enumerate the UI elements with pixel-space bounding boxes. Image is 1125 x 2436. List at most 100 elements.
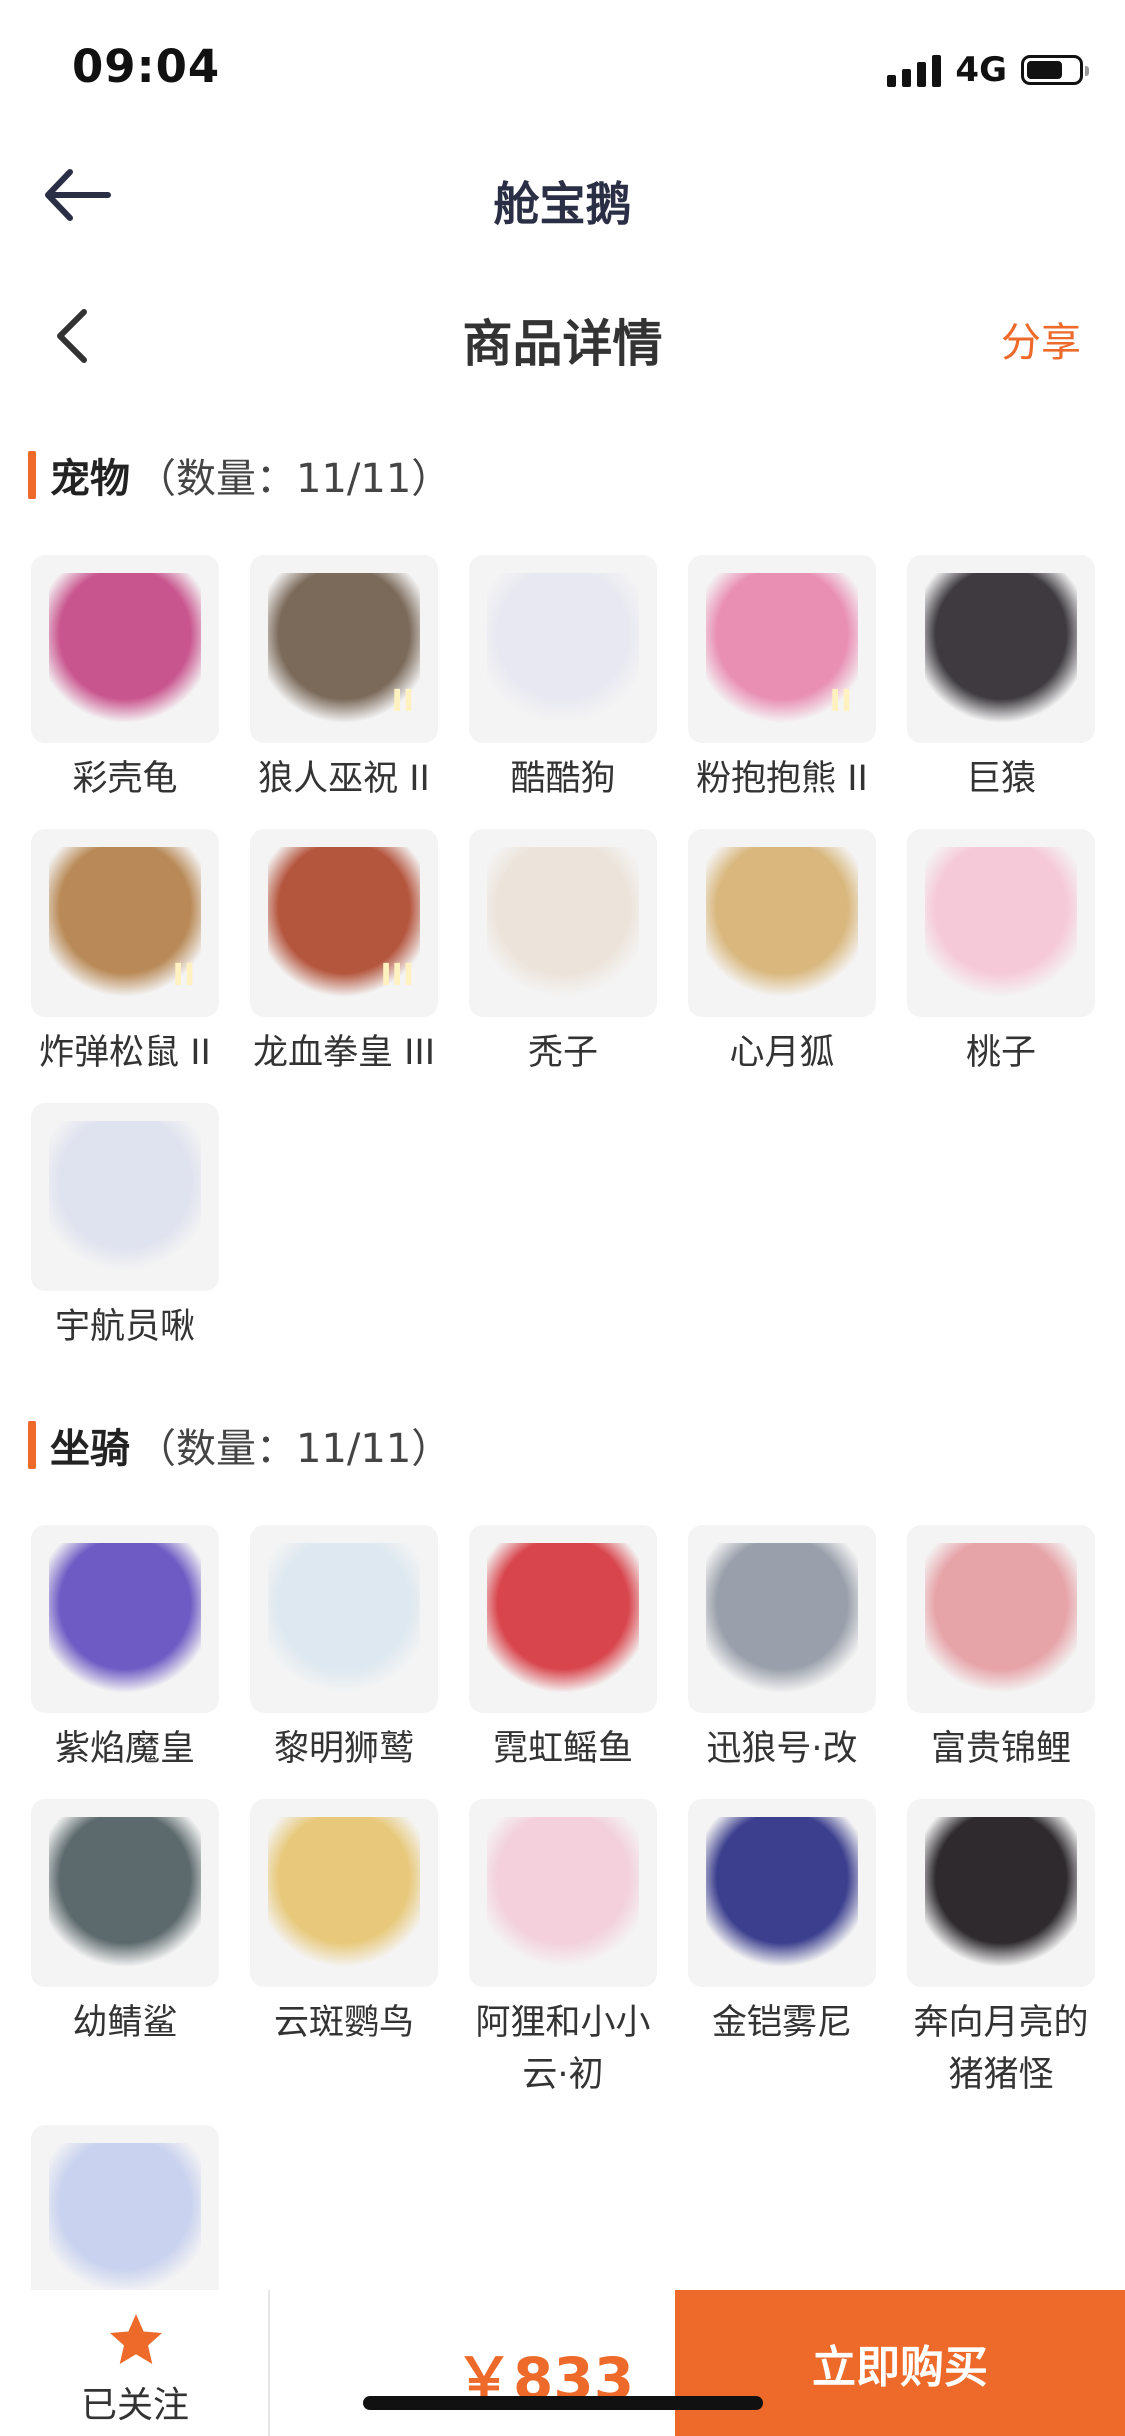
item-label: 巨猿 — [965, 759, 1036, 799]
status-bar: 09:04 4G — [0, 0, 1125, 130]
section-accent-bar — [28, 1421, 36, 1469]
grid-item[interactable]: 阿狸和小小云·初 — [468, 1799, 658, 2101]
section-count: （数量：11/11） — [136, 1426, 452, 1472]
section-title: 坐骑 — [50, 1426, 130, 1472]
item-thumbnail — [907, 829, 1095, 1017]
item-thumbnail — [31, 1103, 219, 1291]
item-image — [487, 573, 639, 725]
section-accent-bar — [28, 451, 36, 499]
tier-badge: III — [380, 958, 415, 993]
grid-item[interactable]: 彩壳龟 — [30, 555, 220, 805]
section-count: （数量：11/11） — [136, 456, 452, 502]
item-label: 金铠雾尼 — [711, 2003, 852, 2043]
app-bar: 舱宝鹅 — [0, 130, 1125, 260]
item-thumbnail — [907, 555, 1095, 743]
item-image — [49, 1543, 201, 1695]
network-type: 4G — [955, 50, 1007, 90]
tier-badge: II — [829, 684, 852, 719]
item-thumbnail — [469, 829, 657, 1017]
buy-now-button[interactable]: 立即购买 — [675, 2290, 1125, 2436]
item-image — [49, 1817, 201, 1969]
item-label: 龙血拳皇 III — [252, 1033, 436, 1073]
page-header: 商品详情 分享 — [0, 270, 1125, 400]
item-label: 霓虹鳐鱼 — [492, 1729, 633, 1769]
item-image: II — [49, 847, 201, 999]
item-label: 炸弹松鼠 II — [39, 1033, 211, 1073]
item-thumbnail — [907, 1799, 1095, 1987]
grid-item[interactable]: 富贵锦鲤 — [906, 1525, 1096, 1775]
grid-item[interactable]: 桃子 — [906, 829, 1096, 1079]
item-label: 迅狼号·改 — [706, 1729, 858, 1769]
item-label: 幼鲭鲨 — [72, 2003, 178, 2043]
grid-item[interactable]: II 狼人巫祝 II — [249, 555, 439, 805]
follow-button[interactable]: 已关注 — [0, 2290, 270, 2436]
grid-item[interactable]: 奔向月亮的猪猪怪 — [906, 1799, 1096, 2101]
item-label: 宇航员啾 — [54, 1307, 195, 1347]
item-image: III — [268, 847, 420, 999]
item-thumbnail — [688, 1799, 876, 1987]
item-thumbnail — [31, 555, 219, 743]
item-thumbnail — [31, 1799, 219, 1987]
divider — [268, 2290, 270, 2436]
item-label: 粉抱抱熊 II — [696, 759, 868, 799]
item-image — [925, 847, 1077, 999]
item-thumbnail: II — [31, 829, 219, 1017]
item-label: 心月狐 — [729, 1033, 835, 1073]
section-title: 宠物 — [50, 456, 130, 502]
grid-item[interactable]: 心月狐 — [687, 829, 877, 1079]
item-image: II — [268, 573, 420, 725]
page-title: 商品详情 — [462, 315, 663, 373]
item-label: 秃子 — [527, 1033, 598, 1073]
item-label: 富贵锦鲤 — [930, 1729, 1071, 1769]
item-label: 阿狸和小小云·初 — [475, 2003, 651, 2095]
bottom-action-bar: 已关注 ￥833 立即购买 — [0, 2290, 1125, 2436]
grid-item[interactable]: II 粉抱抱熊 II — [687, 555, 877, 805]
home-indicator[interactable] — [363, 2396, 763, 2410]
grid-item[interactable]: 迅狼号·改 — [687, 1525, 877, 1775]
grid-item[interactable]: 宇航员啾 — [30, 1103, 220, 1353]
item-label: 酷酷狗 — [510, 759, 616, 799]
grid-item[interactable]: 金铠雾尼 — [687, 1799, 877, 2049]
grid-item[interactable]: 云斑鹦鸟 — [249, 1799, 439, 2049]
item-image — [487, 1543, 639, 1695]
tier-badge: II — [391, 684, 414, 719]
battery-icon — [1021, 55, 1089, 85]
tier-badge: II — [172, 958, 195, 993]
item-thumbnail — [31, 2125, 219, 2313]
grid-item[interactable]: 霓虹鳐鱼 — [468, 1525, 658, 1775]
grid-item[interactable]: III 龙血拳皇 III — [249, 829, 439, 1079]
grid-item[interactable]: 酷酷狗 — [468, 555, 658, 805]
item-thumbnail — [469, 1799, 657, 1987]
section-header: 坐骑 （数量：11/11） — [28, 1415, 451, 1475]
item-image — [49, 2143, 201, 2295]
item-image — [925, 1543, 1077, 1695]
grid-item[interactable]: 幼鲭鲨 — [30, 1799, 220, 2049]
grid-item[interactable]: 黎明狮鹫 — [249, 1525, 439, 1775]
item-thumbnail — [31, 1525, 219, 1713]
item-label: 黎明狮鹫 — [273, 1729, 414, 1769]
item-image — [49, 1121, 201, 1273]
item-image — [49, 573, 201, 725]
item-image — [925, 1817, 1077, 1969]
item-thumbnail — [907, 1525, 1095, 1713]
item-image — [925, 573, 1077, 725]
item-image — [268, 1817, 420, 1969]
app-title: 舱宝鹅 — [493, 177, 632, 231]
share-button[interactable]: 分享 — [1001, 310, 1081, 368]
item-image — [706, 1817, 858, 1969]
item-image — [487, 1817, 639, 1969]
status-indicators: 4G — [887, 50, 1089, 90]
grid-item[interactable]: 秃子 — [468, 829, 658, 1079]
item-thumbnail: II — [688, 555, 876, 743]
item-thumbnail — [688, 829, 876, 1017]
item-thumbnail — [250, 1525, 438, 1713]
item-label: 狼人巫祝 II — [258, 759, 430, 799]
grid-item[interactable]: II 炸弹松鼠 II — [30, 829, 220, 1079]
signal-icon — [887, 53, 942, 87]
follow-label: 已关注 — [80, 2385, 189, 2426]
grid-item[interactable]: 巨猿 — [906, 555, 1096, 805]
item-label: 彩壳龟 — [72, 759, 178, 799]
grid-item[interactable]: 紫焰魔皇 — [30, 1525, 220, 1775]
item-image — [268, 1543, 420, 1695]
item-thumbnail — [469, 1525, 657, 1713]
